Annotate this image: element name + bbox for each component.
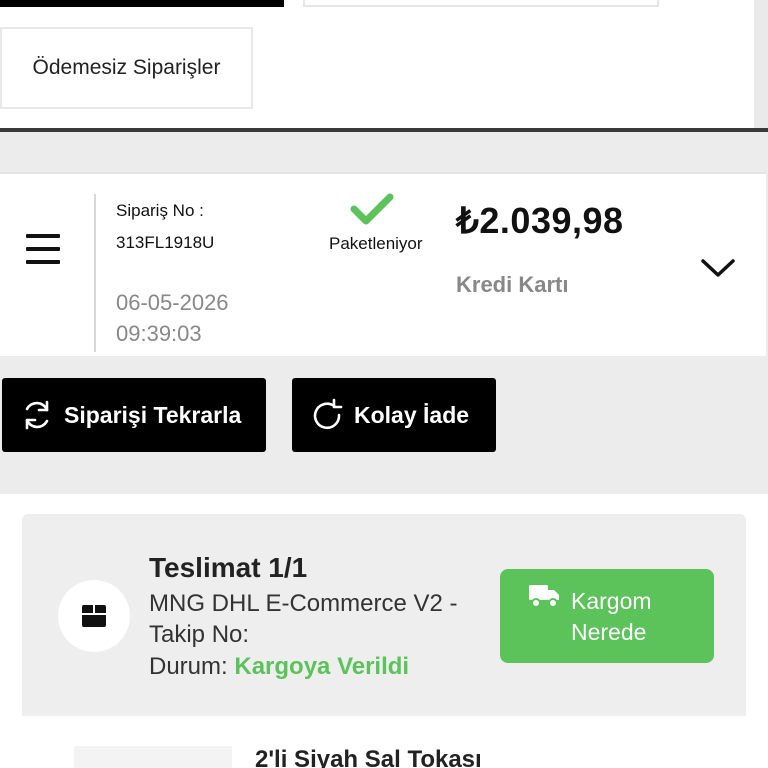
cargo-button-line2: Nerede [571, 619, 647, 645]
order-date: 06-05-2026 [116, 290, 229, 315]
order-status: Paketleniyor [329, 234, 423, 253]
truck-icon [529, 585, 559, 608]
easy-return-label: Kolay İade [354, 401, 470, 428]
payment-method: Kredi Kartı [456, 272, 569, 297]
order-card-divider [94, 194, 96, 352]
order-time: 09:39:03 [116, 321, 202, 346]
check-icon [350, 193, 394, 225]
order-number-label: Sipariş No : [116, 201, 204, 220]
cargo-button-line1: Kargom [571, 588, 652, 614]
repeat-order-label: Siparişi Tekrarla [64, 401, 242, 428]
hamburger-icon[interactable] [26, 234, 60, 264]
product-name[interactable]: 2'li Siyah Sal Tokası [255, 746, 482, 768]
rotate-icon [313, 398, 343, 430]
shipment-status-label: Durum: [149, 653, 228, 680]
tab-partial[interactable] [303, 0, 659, 7]
shipment-status-value: Kargoya Verildi [234, 653, 410, 680]
shipment-tracking-label: Takip No: [149, 621, 250, 648]
active-tab-indicator [0, 0, 284, 7]
product-image[interactable] [74, 746, 232, 768]
scrollbar-track[interactable] [754, 0, 768, 132]
repeat-order-button[interactable]: Siparişi Tekrarla [2, 378, 266, 452]
tab-unpaid-orders[interactable]: Ödemesiz Siparişler [0, 27, 253, 109]
refresh-icon [25, 400, 49, 430]
order-total-price: ₺2.039,98 [456, 200, 624, 241]
chevron-down-icon[interactable] [700, 256, 736, 280]
tab-unpaid-orders-label: Ödemesiz Siparişler [32, 56, 221, 79]
easy-return-button[interactable]: Kolay İade [292, 378, 496, 452]
shipment-carrier: MNG DHL E-Commerce V2 - [149, 590, 458, 617]
shipment-title: Teslimat 1/1 [149, 552, 308, 583]
shipment-status: Durum: Kargoya Verildi [149, 653, 409, 681]
order-number-value: 313FL1918U [116, 233, 215, 252]
box-icon [82, 605, 106, 627]
where-is-my-cargo-button[interactable]: Kargom Nerede [500, 569, 714, 663]
package-badge [58, 580, 130, 652]
